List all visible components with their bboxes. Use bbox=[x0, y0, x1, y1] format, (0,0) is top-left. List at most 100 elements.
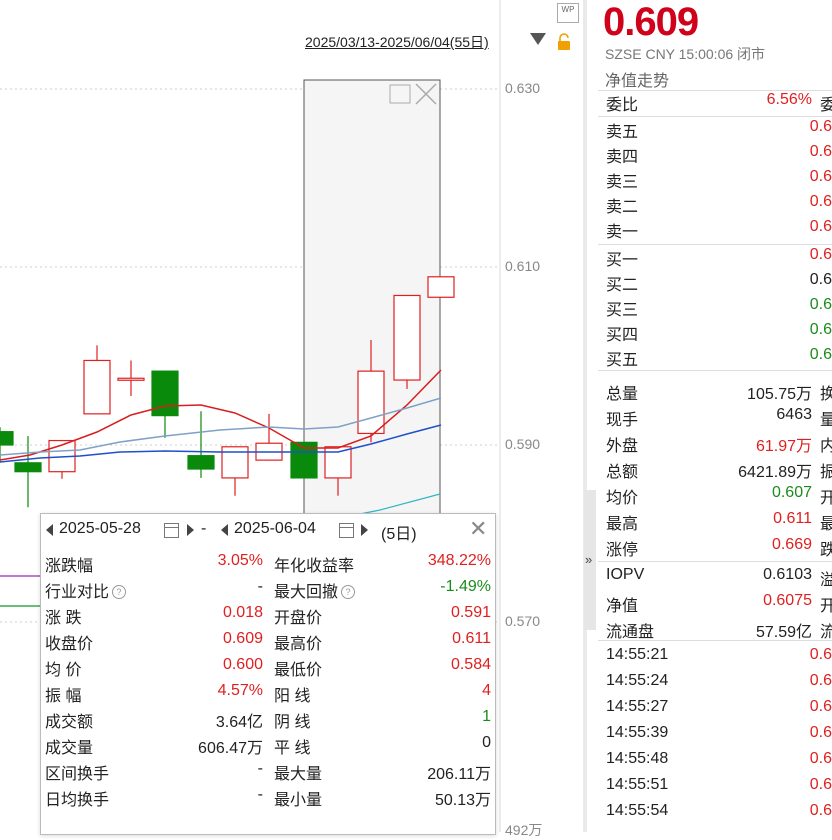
row-extra: 内 bbox=[820, 438, 832, 455]
row-label: 流通盘 bbox=[606, 624, 655, 641]
tick-row: 14:55:48 0.6 bbox=[598, 750, 832, 775]
candle-body bbox=[393, 294, 421, 381]
divider bbox=[598, 561, 832, 562]
stat-label: 行业对比? bbox=[45, 578, 127, 602]
nav-trend-link[interactable]: 净值走势 bbox=[605, 67, 669, 91]
start-next-arrow-icon[interactable] bbox=[187, 524, 194, 536]
stats-row: 外盘 61.97万内 bbox=[598, 432, 832, 457]
stat-value: 0.609 bbox=[222, 630, 263, 647]
row-value: 0.607 bbox=[771, 484, 812, 501]
calendar-icon[interactable] bbox=[339, 523, 354, 538]
tick-price: 0.6 bbox=[809, 672, 832, 689]
tick-row: 14:55:21 0.6 bbox=[598, 646, 832, 671]
row-label: 买二 bbox=[606, 277, 639, 294]
candle-body bbox=[117, 377, 145, 381]
popup-stat-row: 行业对比? - 最大回撤? -1.49% bbox=[41, 578, 495, 604]
row-value: 0.6 bbox=[809, 168, 832, 185]
row-extra: 开 bbox=[820, 598, 832, 615]
row-label: 涨停 bbox=[606, 542, 639, 559]
orderbook-row: 卖四 0.6 bbox=[598, 143, 832, 168]
tick-time: 14:55:51 bbox=[606, 776, 669, 793]
stat-label: 最大回撤? bbox=[274, 578, 356, 602]
orderbook-row: 卖二 0.6 bbox=[598, 193, 832, 218]
stat-label: 涨跌幅 bbox=[45, 558, 94, 575]
stat-value: 0 bbox=[482, 734, 491, 751]
row-value: 0.6 bbox=[809, 193, 832, 210]
row-value: 57.59亿 bbox=[755, 624, 812, 641]
start-date[interactable]: 2025-05-28 bbox=[59, 520, 141, 538]
orderbook-row: 买四 0.6 bbox=[598, 321, 832, 346]
stat-value: 0.600 bbox=[222, 656, 263, 673]
row-value: 6421.89万 bbox=[738, 464, 812, 481]
end-date[interactable]: 2025-06-04 bbox=[234, 520, 316, 538]
tick-row: 14:55:51 0.6 bbox=[598, 776, 832, 801]
stat-value: -1.49% bbox=[440, 578, 491, 595]
tick-time: 14:55:39 bbox=[606, 724, 669, 741]
popup-stat-row: 成交额 3.64亿阴 线 1 bbox=[41, 708, 495, 734]
row-value: 0.611 bbox=[773, 510, 812, 527]
lock-icon[interactable] bbox=[556, 33, 572, 51]
row-extra: 振 bbox=[820, 464, 832, 481]
row-label: 卖三 bbox=[606, 174, 639, 191]
orderbook-row: 买二 0.6 bbox=[598, 271, 832, 296]
y-tick-label: 0.590 bbox=[505, 436, 541, 452]
popup-stat-row: 均 价 0.600 最低价 0.584 bbox=[41, 656, 495, 682]
stat-value: 348.22% bbox=[427, 552, 491, 569]
stat-value: 0.611 bbox=[452, 630, 491, 647]
wp-icon[interactable]: WP bbox=[557, 3, 579, 23]
stat-label: 振 幅 bbox=[45, 688, 82, 705]
stat-label: 开盘价 bbox=[274, 610, 323, 627]
date-range-label[interactable]: 2025/03/13-2025/06/04(55日) bbox=[305, 32, 489, 52]
stat-value: 0.584 bbox=[450, 656, 491, 673]
range-dropdown-icon[interactable] bbox=[530, 33, 546, 45]
y-tick-label: 0.610 bbox=[505, 258, 541, 274]
row-extra: 量 bbox=[820, 412, 832, 429]
y-tick-label: 0.630 bbox=[505, 80, 541, 96]
panel-divider[interactable] bbox=[583, 0, 587, 832]
help-icon[interactable]: ? bbox=[341, 585, 356, 599]
start-prev-arrow-icon[interactable] bbox=[46, 524, 53, 536]
row-value: 0.6103 bbox=[763, 566, 812, 583]
candle-body bbox=[427, 276, 455, 298]
tick-row: 14:55:54 0.6 bbox=[598, 802, 832, 827]
last-price: 0.609 bbox=[603, 0, 699, 44]
popup-stat-row: 涨跌幅 3.05% 年化收益率 348.22% bbox=[41, 552, 495, 578]
fund-row: 净值 0.6075 开 bbox=[598, 592, 832, 617]
end-prev-arrow-icon[interactable] bbox=[221, 524, 228, 536]
stat-value: 0.591 bbox=[450, 604, 491, 621]
row-value: 0.6 bbox=[809, 246, 832, 263]
divider bbox=[598, 116, 832, 117]
orderbook-row: 卖三 0.6 bbox=[598, 168, 832, 193]
close-icon[interactable]: ✕ bbox=[469, 518, 487, 540]
tick-price: 0.6 bbox=[809, 724, 832, 741]
stat-value: 1 bbox=[482, 708, 491, 725]
row-label: 最高 bbox=[606, 516, 639, 533]
y-tick-label: 0.570 bbox=[505, 613, 541, 629]
popup-stat-row: 日均换手 - 最小量 50.13万 bbox=[41, 786, 495, 812]
stat-value: - bbox=[257, 760, 263, 777]
end-next-arrow-icon[interactable] bbox=[361, 524, 368, 536]
divider bbox=[598, 370, 832, 371]
row-value: 0.6 bbox=[809, 118, 832, 135]
candle-body bbox=[83, 359, 111, 415]
stat-value: 50.13万 bbox=[434, 792, 491, 809]
row-label: 均价 bbox=[606, 490, 639, 507]
stat-label: 收盘价 bbox=[45, 636, 94, 653]
stats-row: 均价 0.607 开 bbox=[598, 484, 832, 509]
row-value: 0.6 bbox=[809, 143, 832, 160]
row-label: 净值 bbox=[606, 598, 639, 615]
stat-label: 最大量 bbox=[274, 766, 323, 783]
row-extra: 跌 bbox=[820, 542, 832, 559]
stat-label: 区间换手 bbox=[45, 766, 110, 783]
candle-body bbox=[14, 462, 42, 473]
stat-value: 3.05% bbox=[217, 552, 263, 569]
fund-row: IOPV 0.6103 溢 bbox=[598, 566, 832, 591]
help-icon[interactable]: ? bbox=[112, 585, 127, 599]
row-value: 61.97万 bbox=[755, 438, 812, 455]
row-label: 总量 bbox=[606, 386, 639, 403]
row-label: 买五 bbox=[606, 352, 639, 369]
tick-row: 14:55:39 0.6 bbox=[598, 724, 832, 749]
collapse-chevron-icon[interactable]: » bbox=[585, 552, 592, 567]
stats-row: 现手 6463 量 bbox=[598, 406, 832, 431]
calendar-icon[interactable] bbox=[164, 523, 179, 538]
